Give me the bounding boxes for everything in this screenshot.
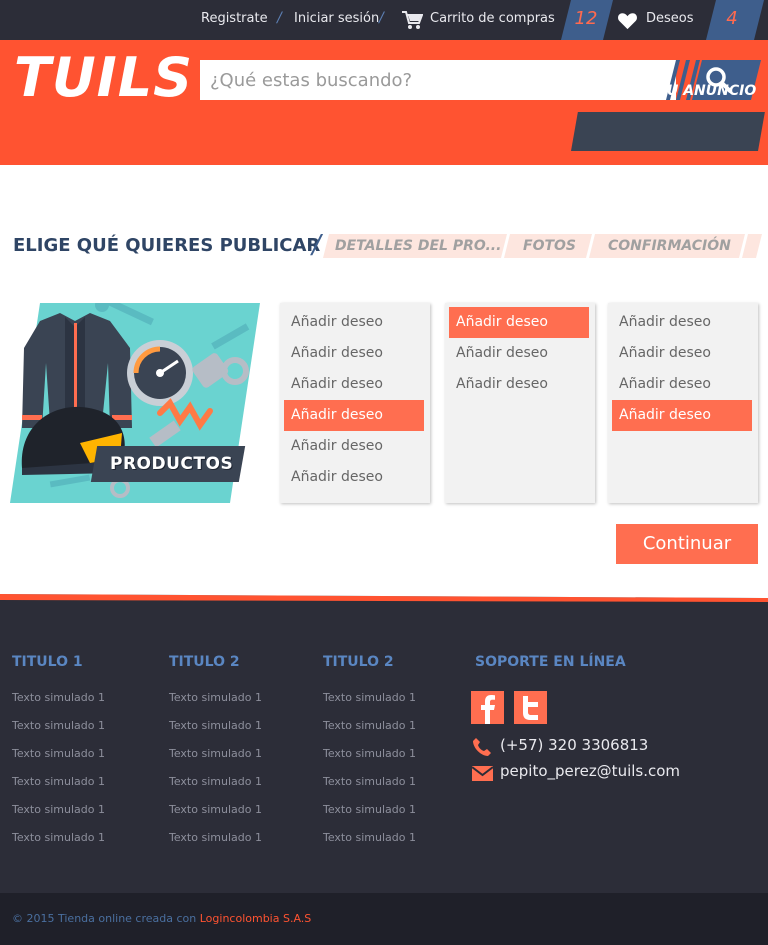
logo[interactable]: TUILS xyxy=(14,46,193,109)
option-add-wish[interactable]: Añadir deseo xyxy=(449,369,589,400)
option-add-wish[interactable]: Añadir deseo xyxy=(449,338,589,369)
option-add-wish-selected[interactable]: Añadir deseo xyxy=(612,400,752,431)
footer-link[interactable]: Texto simulado 1 xyxy=(169,831,262,844)
cart-link[interactable]: Carrito de compras xyxy=(430,11,555,26)
option-add-wish[interactable]: Añadir deseo xyxy=(612,307,752,338)
options-column-1: Añadir deseo Añadir deseo Añadir deseo A… xyxy=(280,303,430,503)
footer xyxy=(0,594,768,893)
footer-top-accent xyxy=(0,594,768,602)
footer-link[interactable]: Texto simulado 1 xyxy=(169,719,262,732)
option-add-wish[interactable]: Añadir deseo xyxy=(284,338,424,369)
footer-link[interactable]: Texto simulado 1 xyxy=(323,831,416,844)
copyright-text: © 2015 Tienda online creada con Logincol… xyxy=(12,912,311,925)
publish-ad-button[interactable] xyxy=(571,112,765,151)
footer-link[interactable]: Texto simulado 1 xyxy=(323,803,416,816)
twitter-icon xyxy=(523,696,538,720)
option-add-wish[interactable]: Añadir deseo xyxy=(284,369,424,400)
step-details[interactable]: DETALLES DEL PRO... xyxy=(335,238,501,254)
publish-ad-label[interactable]: PUBLICA TU ANUNCIO xyxy=(585,83,756,99)
wishlist-count: 4 xyxy=(726,8,738,29)
footer-column-title: TITULO 2 xyxy=(323,654,394,670)
heart-icon[interactable] xyxy=(617,12,638,30)
company-link[interactable]: Logincolombia S.A.S xyxy=(200,912,312,925)
footer-link[interactable]: Texto simulado 1 xyxy=(323,747,416,760)
footer-link[interactable]: Texto simulado 1 xyxy=(323,719,416,732)
phone-number[interactable]: (+57) 320 3306813 xyxy=(500,736,648,754)
step-confirmation[interactable]: CONFIRMACIÓN xyxy=(608,238,731,254)
options-column-3: Añadir deseo Añadir deseo Añadir deseo A… xyxy=(608,303,758,503)
category-label[interactable]: PRODUCTOS xyxy=(110,454,233,474)
option-add-wish[interactable]: Añadir deseo xyxy=(612,338,752,369)
footer-link[interactable]: Texto simulado 1 xyxy=(12,775,105,788)
topbar-separator: / xyxy=(277,10,282,26)
option-add-wish[interactable]: Añadir deseo xyxy=(284,431,424,462)
header: TUILS xyxy=(0,40,768,165)
email-address[interactable]: pepito_perez@tuils.com xyxy=(500,762,680,780)
footer-link[interactable]: Texto simulado 1 xyxy=(169,747,262,760)
topbar-separator: / xyxy=(379,10,384,26)
facebook-button[interactable] xyxy=(471,691,504,724)
option-add-wish[interactable]: Añadir deseo xyxy=(284,462,424,493)
footer-link[interactable]: Texto simulado 1 xyxy=(12,747,105,760)
copyright-prefix: © 2015 Tienda online creada con xyxy=(12,912,200,925)
login-link[interactable]: Iniciar sesión xyxy=(294,11,379,26)
footer-link[interactable]: Texto simulado 1 xyxy=(323,691,416,704)
step-separator: / xyxy=(312,230,321,260)
footer-link[interactable]: Texto simulado 1 xyxy=(169,691,262,704)
wishlist-link[interactable]: Deseos xyxy=(646,11,694,26)
option-add-wish[interactable]: Añadir deseo xyxy=(284,307,424,338)
facebook-icon xyxy=(481,695,495,724)
continue-button[interactable]: Continuar xyxy=(616,524,758,564)
footer-link[interactable]: Texto simulado 1 xyxy=(12,691,105,704)
footer-link[interactable]: Texto simulado 1 xyxy=(169,775,262,788)
twitter-button[interactable] xyxy=(514,691,547,724)
step-photos[interactable]: FOTOS xyxy=(523,238,576,254)
register-link[interactable]: Registrate xyxy=(201,11,268,26)
phone-icon xyxy=(473,738,491,756)
footer-link[interactable]: Texto simulado 1 xyxy=(323,775,416,788)
cart-icon[interactable] xyxy=(401,10,423,30)
footer-link[interactable]: Texto simulado 1 xyxy=(12,719,105,732)
footer-column-title: TITULO 1 xyxy=(12,654,83,670)
footer-link[interactable]: Texto simulado 1 xyxy=(12,831,105,844)
step-current: ELIGE QUÉ QUIERES PUBLICAR xyxy=(13,235,321,256)
email-icon xyxy=(472,766,493,781)
footer-link[interactable]: Texto simulado 1 xyxy=(169,803,262,816)
option-add-wish-selected[interactable]: Añadir deseo xyxy=(284,400,424,431)
footer-link[interactable]: Texto simulado 1 xyxy=(12,803,105,816)
step-bg xyxy=(742,234,762,258)
option-add-wish[interactable]: Añadir deseo xyxy=(612,369,752,400)
option-add-wish-selected[interactable]: Añadir deseo xyxy=(449,307,589,338)
support-title: SOPORTE EN LÍNEA xyxy=(475,654,626,670)
options-column-2: Añadir deseo Añadir deseo Añadir deseo xyxy=(445,303,595,503)
footer-column-title: TITULO 2 xyxy=(169,654,240,670)
top-bar: Registrate / Iniciar sesión / Carrito de… xyxy=(0,0,768,40)
cart-count: 12 xyxy=(574,8,598,29)
